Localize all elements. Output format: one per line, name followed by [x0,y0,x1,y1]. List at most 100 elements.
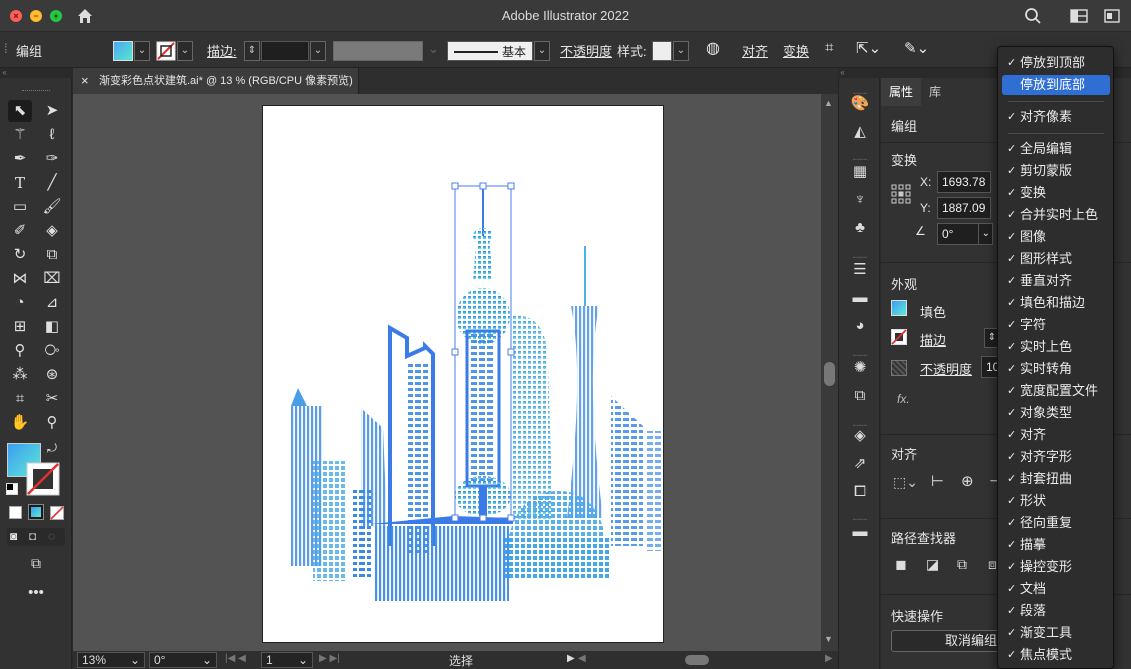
default-colors-icon[interactable] [6,483,18,495]
scroll-up-icon[interactable]: ▲ [824,98,833,108]
document-tab[interactable]: × 渐变彩色点状建筑.ai* @ 13 % (RGB/CPU 像素预览) [73,68,359,94]
pathfinder-exclude-icon[interactable]: ⧈ [988,556,997,573]
paintbrush-tool-icon[interactable]: 🖌 [40,196,64,218]
artboard[interactable] [263,106,663,642]
menu-item[interactable]: ✓ 操控变形 [1002,557,1110,577]
blend-tool-icon[interactable]: ⧂ [40,340,64,362]
eyedropper-tool-icon[interactable]: ⚲ [8,340,32,362]
magic-wand-tool-icon[interactable]: ⚚ [8,124,32,146]
artboard-nav-prev-icons[interactable]: |◀ ◀ [225,653,246,664]
line-tool-icon[interactable]: ╱ [40,172,64,194]
reference-point-icon[interactable] [891,184,911,204]
layers-panel-icon[interactable]: ◈ [849,426,871,446]
stroke-none-swatch[interactable] [156,41,176,61]
draw-inside-icon[interactable]: ◌ [48,529,55,543]
more-tools-icon[interactable]: ••• [24,582,48,604]
color-guide-icon[interactable]: ◭ [849,122,871,142]
artboard-tool-icon[interactable]: ⌗ [8,388,32,410]
profile-dropdown-icon[interactable]: ⌄ [428,41,439,57]
menu-item[interactable]: ✓ 垂直对齐 [1002,271,1110,291]
menu-item[interactable]: ✓ 段落 [1002,601,1110,621]
gradient-panel-icon[interactable]: ▬ [849,288,871,308]
export-panel-icon[interactable]: ⇗ [849,454,871,474]
rotation-field[interactable]: 0° ⌄ [149,652,217,668]
swatches-panel-icon[interactable]: ▦ [849,162,871,182]
tab-properties[interactable]: 属性 [881,78,922,106]
brush-definition-box[interactable]: 基本 [447,41,533,61]
menu-item[interactable]: ✓ 径向重复 [1002,513,1110,533]
style-dropdown-icon[interactable]: ⌄ [673,41,689,61]
fill-swatch[interactable] [113,41,133,61]
hand-tool-icon[interactable]: ✋ [8,412,32,434]
slice-tool-icon[interactable]: ✂ [40,388,64,410]
eraser-tool-icon[interactable]: ◈ [40,220,64,242]
mesh-tool-icon[interactable]: ⊞ [8,316,32,338]
rectangle-tool-icon[interactable]: ▭ [8,196,32,218]
x-position-input[interactable]: 1693.78 [937,171,991,193]
stroke-color-swatch[interactable] [26,462,60,496]
scroll-right-icon[interactable]: ▶ [825,653,833,664]
menu-item[interactable]: ✓ 合并实时上色 [1002,205,1110,225]
vertical-scroll-thumb[interactable] [824,362,835,386]
menu-item[interactable]: ✓ 变换 [1002,183,1110,203]
rotation-dropdown-icon[interactable]: ⌄ [202,653,212,667]
zoom-field[interactable]: 13% ⌄ [77,652,145,668]
align-to-selection-icon[interactable]: ⬚⌄ [893,474,918,491]
pathfinder-intersect-icon[interactable]: ⧉ [957,556,967,573]
menu-item[interactable]: 停放到底部 [1002,75,1110,95]
opacity-label[interactable]: 不透明度 [560,41,612,60]
symbol-sprayer-tool-icon[interactable]: ⁂ [8,364,32,386]
artboard-index-field[interactable]: 1 ⌄ [261,652,313,668]
menu-item[interactable]: ✓ 文档 [1002,579,1110,599]
menu-item[interactable]: ✓ 图形样式 [1002,249,1110,269]
vertical-scrollbar[interactable]: ▲ ▼ [821,94,838,651]
menu-item[interactable]: ✓ 渐变工具 [1002,623,1110,643]
isolate-group-icon[interactable]: ⌗ [825,39,833,56]
appearance-opacity-label[interactable]: 不透明度 [920,359,972,378]
brush-dropdown-icon[interactable]: ⌄ [534,41,550,61]
appearance-stroke-label[interactable]: 描边 [920,330,946,349]
direct-selection-tool-icon[interactable]: ➤ [40,100,64,122]
scroll-down-icon[interactable]: ▼ [824,634,833,644]
menu-item[interactable]: ✓ 描摹 [1002,535,1110,555]
shaper-tool-icon[interactable]: ✐ [8,220,32,242]
appearance-stroke-swatch[interactable] [891,329,907,345]
align-left-icon[interactable]: ⊢ [931,472,944,490]
menu-item[interactable]: ✓ 剪切蒙版 [1002,161,1110,181]
stroke-panel-icon[interactable]: ☰ [849,260,871,280]
close-tab-icon[interactable]: × [81,68,89,94]
lasso-tool-icon[interactable]: ℓ [40,124,64,146]
rotation-angle-input[interactable]: 0° ⌄ [937,223,993,245]
appearance-fill-swatch[interactable] [891,300,907,316]
menu-item[interactable]: ✓ 对齐像素 [1002,107,1110,127]
menu-item[interactable]: ✓ 宽度配置文件 [1002,381,1110,401]
gradient-mode-button[interactable] [28,504,44,520]
scale-tool-icon[interactable]: ⧉ [40,244,64,266]
menu-item[interactable]: ✓ 图像 [1002,227,1110,247]
align-link[interactable]: 对齐 [742,41,768,60]
shape-builder-tool-icon[interactable]: ◔ [8,292,32,314]
type-tool-icon[interactable]: T [8,172,32,194]
graphic-style-swatch[interactable] [652,41,672,61]
status-menu-icon[interactable]: ▶ [567,653,575,664]
recolor-artwork-icon[interactable]: ◍ [706,38,720,58]
stroke-label[interactable]: 描边: [207,41,237,60]
zoom-tool-icon[interactable]: ⚲ [40,412,64,434]
menu-item[interactable]: ✓ 对象类型 [1002,403,1110,423]
menu-item[interactable]: ✓ 停放到顶部 [1002,53,1110,73]
align-to-icon[interactable]: ⇱⌄ [856,39,881,57]
draw-normal-icon[interactable]: ◙ [10,529,17,543]
scroll-left-icon[interactable]: ◀ [578,653,586,664]
icon-panel-collapse[interactable]: « [838,68,880,77]
artboard-dropdown-icon[interactable]: ⌄ [298,653,308,667]
free-transform-tool-icon[interactable]: ⌧ [40,268,64,290]
panel-toggle-icon[interactable] [1104,9,1120,23]
menu-item[interactable]: ✓ 全局编辑 [1002,139,1110,159]
canvas-area[interactable] [73,94,821,651]
swap-fill-stroke-icon[interactable]: ⤾ [44,440,60,456]
pathfinder-minus-front-icon[interactable]: ◪ [926,556,939,573]
menu-item[interactable]: ✓ 对齐字形 [1002,447,1110,467]
menu-item[interactable]: ✓ 形状 [1002,491,1110,511]
symbols-panel-icon[interactable]: ♣ [849,218,871,238]
draw-behind-icon[interactable]: ◘ [29,529,36,543]
